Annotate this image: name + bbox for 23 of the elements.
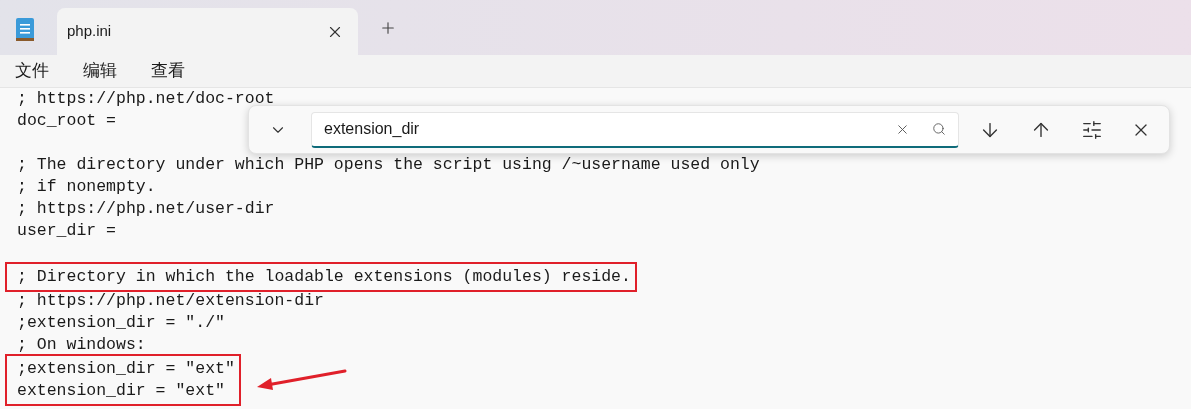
code-line: extension_dir = "ext" [17, 380, 225, 402]
code-line: ; if nonempty. [17, 176, 156, 198]
code-line: ; https://php.net/user-dir [17, 198, 275, 220]
code-line: ; On windows: [17, 334, 146, 356]
search-input[interactable]: extension_dir [324, 117, 895, 141]
code-line: doc_root = [17, 110, 117, 132]
document-tab[interactable]: php.ini [57, 8, 358, 55]
menu-item[interactable]: 查看 [151, 58, 185, 84]
menu-item[interactable]: 编辑 [83, 58, 117, 84]
code-line: ; The directory under which PHP opens the script using /~username used only [17, 154, 760, 176]
search-field[interactable]: extension_dir [311, 111, 959, 148]
code-line: ;extension_dir = "ext" [17, 358, 235, 380]
notepad-icon [14, 16, 36, 42]
code-line: ;extension_dir = "./" [17, 312, 225, 334]
options-icon[interactable] [1081, 118, 1103, 141]
search-icon[interactable] [932, 122, 946, 136]
menu-item[interactable]: 文件 [15, 58, 49, 84]
code-line: ; https://php.net/extension-dir [17, 290, 324, 312]
code-line: ; https://php.net/doc-root [17, 88, 275, 110]
code-line: ; Directory in which the loadable extensions (modules) reside. [17, 266, 631, 288]
tab-title: php.ini [67, 21, 113, 42]
code-line: user_dir = [17, 220, 117, 242]
new-tab-icon[interactable] [379, 19, 397, 37]
